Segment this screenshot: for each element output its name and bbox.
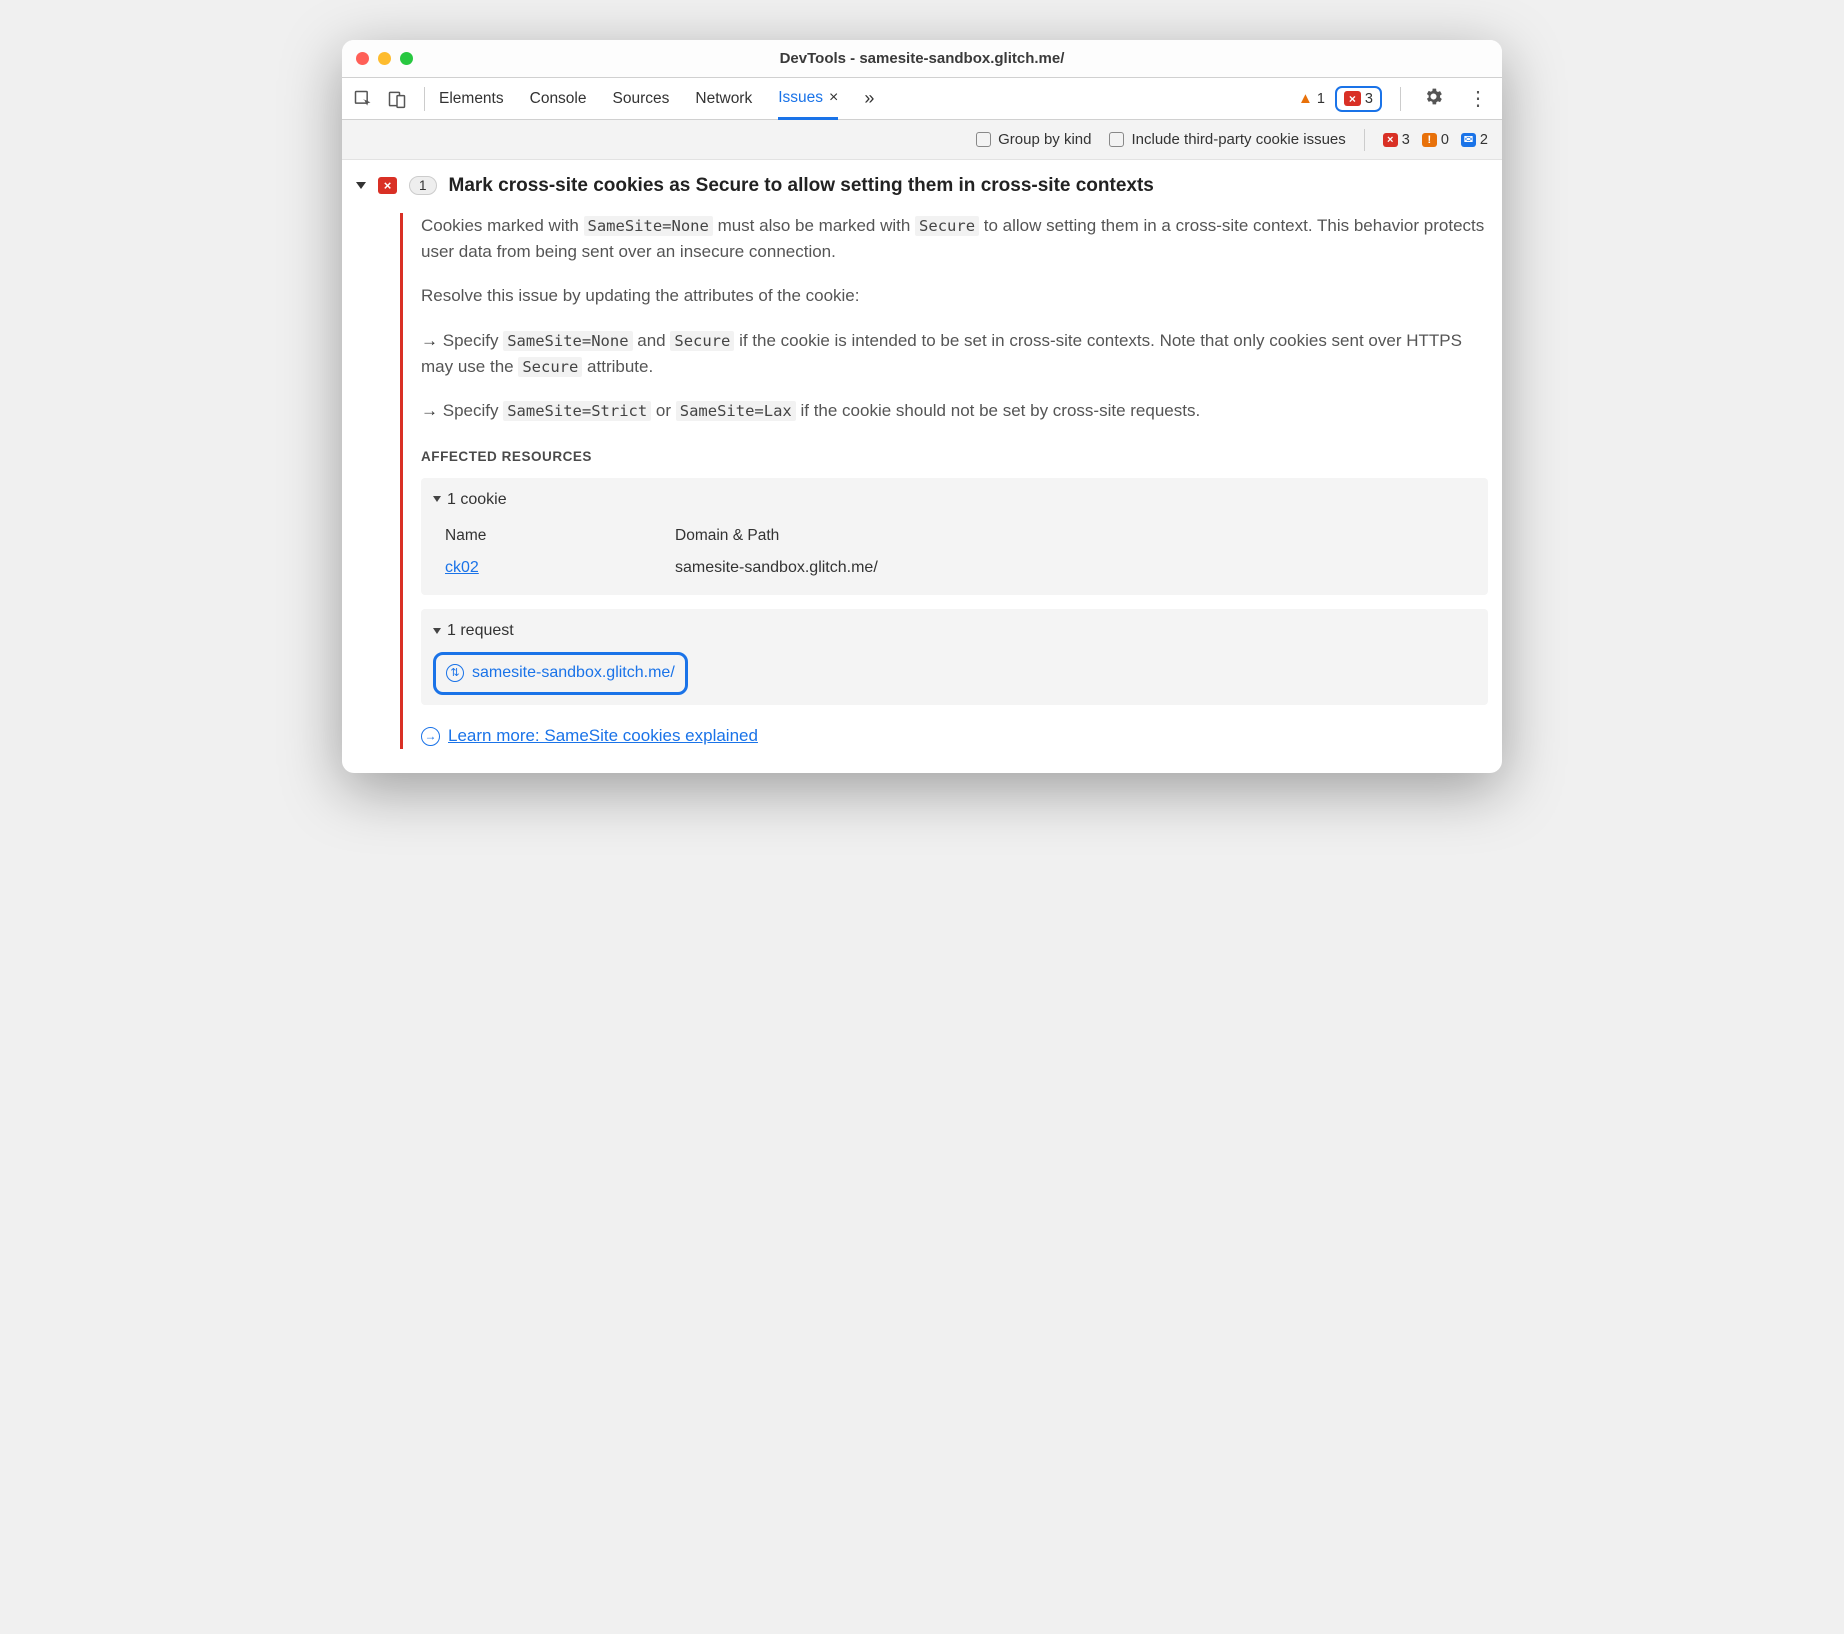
request-section: 1 request ⇅ samesite-sandbox.glitch.me/ bbox=[421, 609, 1488, 705]
error-icon: × bbox=[1344, 91, 1361, 106]
info-count[interactable]: ✉ 2 bbox=[1461, 132, 1488, 148]
tab-network[interactable]: Network bbox=[695, 80, 752, 118]
warning-count: 1 bbox=[1317, 91, 1325, 107]
table-row: ck02 samesite-sandbox.glitch.me/ bbox=[445, 552, 1476, 585]
error-icon: × bbox=[1383, 133, 1398, 147]
network-icon: ⇅ bbox=[446, 664, 464, 682]
divider bbox=[1400, 87, 1401, 111]
window-title: DevTools - samesite-sandbox.glitch.me/ bbox=[342, 50, 1502, 67]
issue-description: Cookies marked with SameSite=None must a… bbox=[421, 213, 1488, 266]
issue-bullet-2: → Specify SameSite=Strict or SameSite=La… bbox=[421, 398, 1488, 424]
toolbar-status: ▲ 1 × 3 ⋮ bbox=[1298, 86, 1492, 112]
col-domain: Domain & Path bbox=[675, 524, 779, 548]
expand-caret-icon bbox=[433, 496, 441, 502]
third-party-label: Include third-party cookie issues bbox=[1131, 131, 1345, 148]
arrow-icon: → bbox=[421, 331, 443, 350]
close-window-button[interactable] bbox=[356, 52, 369, 65]
checkbox-icon bbox=[1109, 132, 1124, 147]
code-samesite-none: SameSite=None bbox=[584, 216, 713, 236]
expand-caret-icon[interactable] bbox=[356, 182, 366, 189]
cookie-table: Name Domain & Path ck02 samesite-sandbox… bbox=[433, 520, 1476, 585]
cookie-section: 1 cookie Name Domain & Path ck02 samesit… bbox=[421, 478, 1488, 596]
window-controls bbox=[356, 52, 413, 65]
tab-sources[interactable]: Sources bbox=[613, 80, 670, 118]
learn-more-text: Learn more: SameSite cookies explained bbox=[448, 723, 758, 749]
warning-icon: ! bbox=[1422, 133, 1437, 147]
table-header: Name Domain & Path bbox=[445, 520, 1476, 552]
errors-count[interactable]: × 3 bbox=[1383, 132, 1410, 148]
divider bbox=[1364, 129, 1365, 151]
request-url: samesite-sandbox.glitch.me/ bbox=[472, 661, 675, 686]
request-link[interactable]: ⇅ samesite-sandbox.glitch.me/ bbox=[433, 652, 688, 695]
tab-issues[interactable]: Issues × bbox=[778, 79, 838, 120]
more-menu-icon[interactable]: ⋮ bbox=[1464, 89, 1492, 109]
tab-close-icon[interactable]: × bbox=[829, 89, 838, 107]
divider bbox=[424, 87, 425, 111]
tab-elements[interactable]: Elements bbox=[439, 80, 504, 118]
tab-more-icon[interactable]: » bbox=[864, 78, 874, 119]
issues-filterbar: Group by kind Include third-party cookie… bbox=[342, 120, 1502, 160]
info-icon: ✉ bbox=[1461, 133, 1476, 147]
checkbox-icon bbox=[976, 132, 991, 147]
tab-issues-label: Issues bbox=[778, 89, 823, 107]
cookie-section-toggle[interactable]: 1 cookie bbox=[433, 488, 1476, 513]
request-section-toggle[interactable]: 1 request bbox=[433, 619, 1476, 644]
devtools-window: DevTools - samesite-sandbox.glitch.me/ E… bbox=[342, 40, 1502, 773]
group-by-kind-label: Group by kind bbox=[998, 131, 1091, 148]
minimize-window-button[interactable] bbox=[378, 52, 391, 65]
cookie-domain-value: samesite-sandbox.glitch.me/ bbox=[675, 556, 878, 581]
settings-icon[interactable] bbox=[1423, 86, 1444, 112]
device-toolbar-icon[interactable] bbox=[386, 88, 408, 110]
main-toolbar: Elements Console Sources Network Issues … bbox=[342, 78, 1502, 120]
maximize-window-button[interactable] bbox=[400, 52, 413, 65]
code-secure: Secure bbox=[915, 216, 979, 236]
issues-panel: × 1 Mark cross-site cookies as Secure to… bbox=[342, 160, 1502, 773]
titlebar: DevTools - samesite-sandbox.glitch.me/ bbox=[342, 40, 1502, 78]
warnings-count[interactable]: ! 0 bbox=[1422, 132, 1449, 148]
third-party-checkbox[interactable]: Include third-party cookie issues bbox=[1109, 131, 1345, 148]
external-link-icon: → bbox=[421, 727, 440, 746]
panel-tabs: Elements Console Sources Network Issues … bbox=[439, 78, 1298, 119]
expand-caret-icon bbox=[433, 628, 441, 634]
warnings-badge[interactable]: ▲ 1 bbox=[1298, 90, 1325, 107]
col-name: Name bbox=[445, 524, 675, 548]
issue-bullet-1: → Specify SameSite=None and Secure if th… bbox=[421, 328, 1488, 381]
tab-console[interactable]: Console bbox=[530, 80, 587, 118]
issue-resolve-intro: Resolve this issue by updating the attri… bbox=[421, 283, 1488, 309]
errors-badge[interactable]: × 3 bbox=[1335, 86, 1382, 112]
issue-kind-counts: × 3 ! 0 ✉ 2 bbox=[1383, 132, 1488, 148]
select-element-icon[interactable] bbox=[352, 88, 374, 110]
issue-title: Mark cross-site cookies as Secure to all… bbox=[449, 174, 1154, 199]
issue-header[interactable]: × 1 Mark cross-site cookies as Secure to… bbox=[356, 174, 1488, 199]
arrow-icon: → bbox=[421, 401, 443, 420]
learn-more-link[interactable]: → Learn more: SameSite cookies explained bbox=[421, 723, 1488, 749]
issue-details: Cookies marked with SameSite=None must a… bbox=[400, 213, 1488, 750]
error-icon: × bbox=[378, 177, 397, 194]
group-by-kind-checkbox[interactable]: Group by kind bbox=[976, 131, 1091, 148]
warning-icon: ▲ bbox=[1298, 90, 1313, 107]
issue-count-pill: 1 bbox=[409, 176, 437, 195]
cookie-link[interactable]: ck02 bbox=[445, 559, 479, 576]
affected-resources-heading: AFFECTED RESOURCES bbox=[421, 447, 1488, 468]
error-count: 3 bbox=[1365, 91, 1373, 107]
